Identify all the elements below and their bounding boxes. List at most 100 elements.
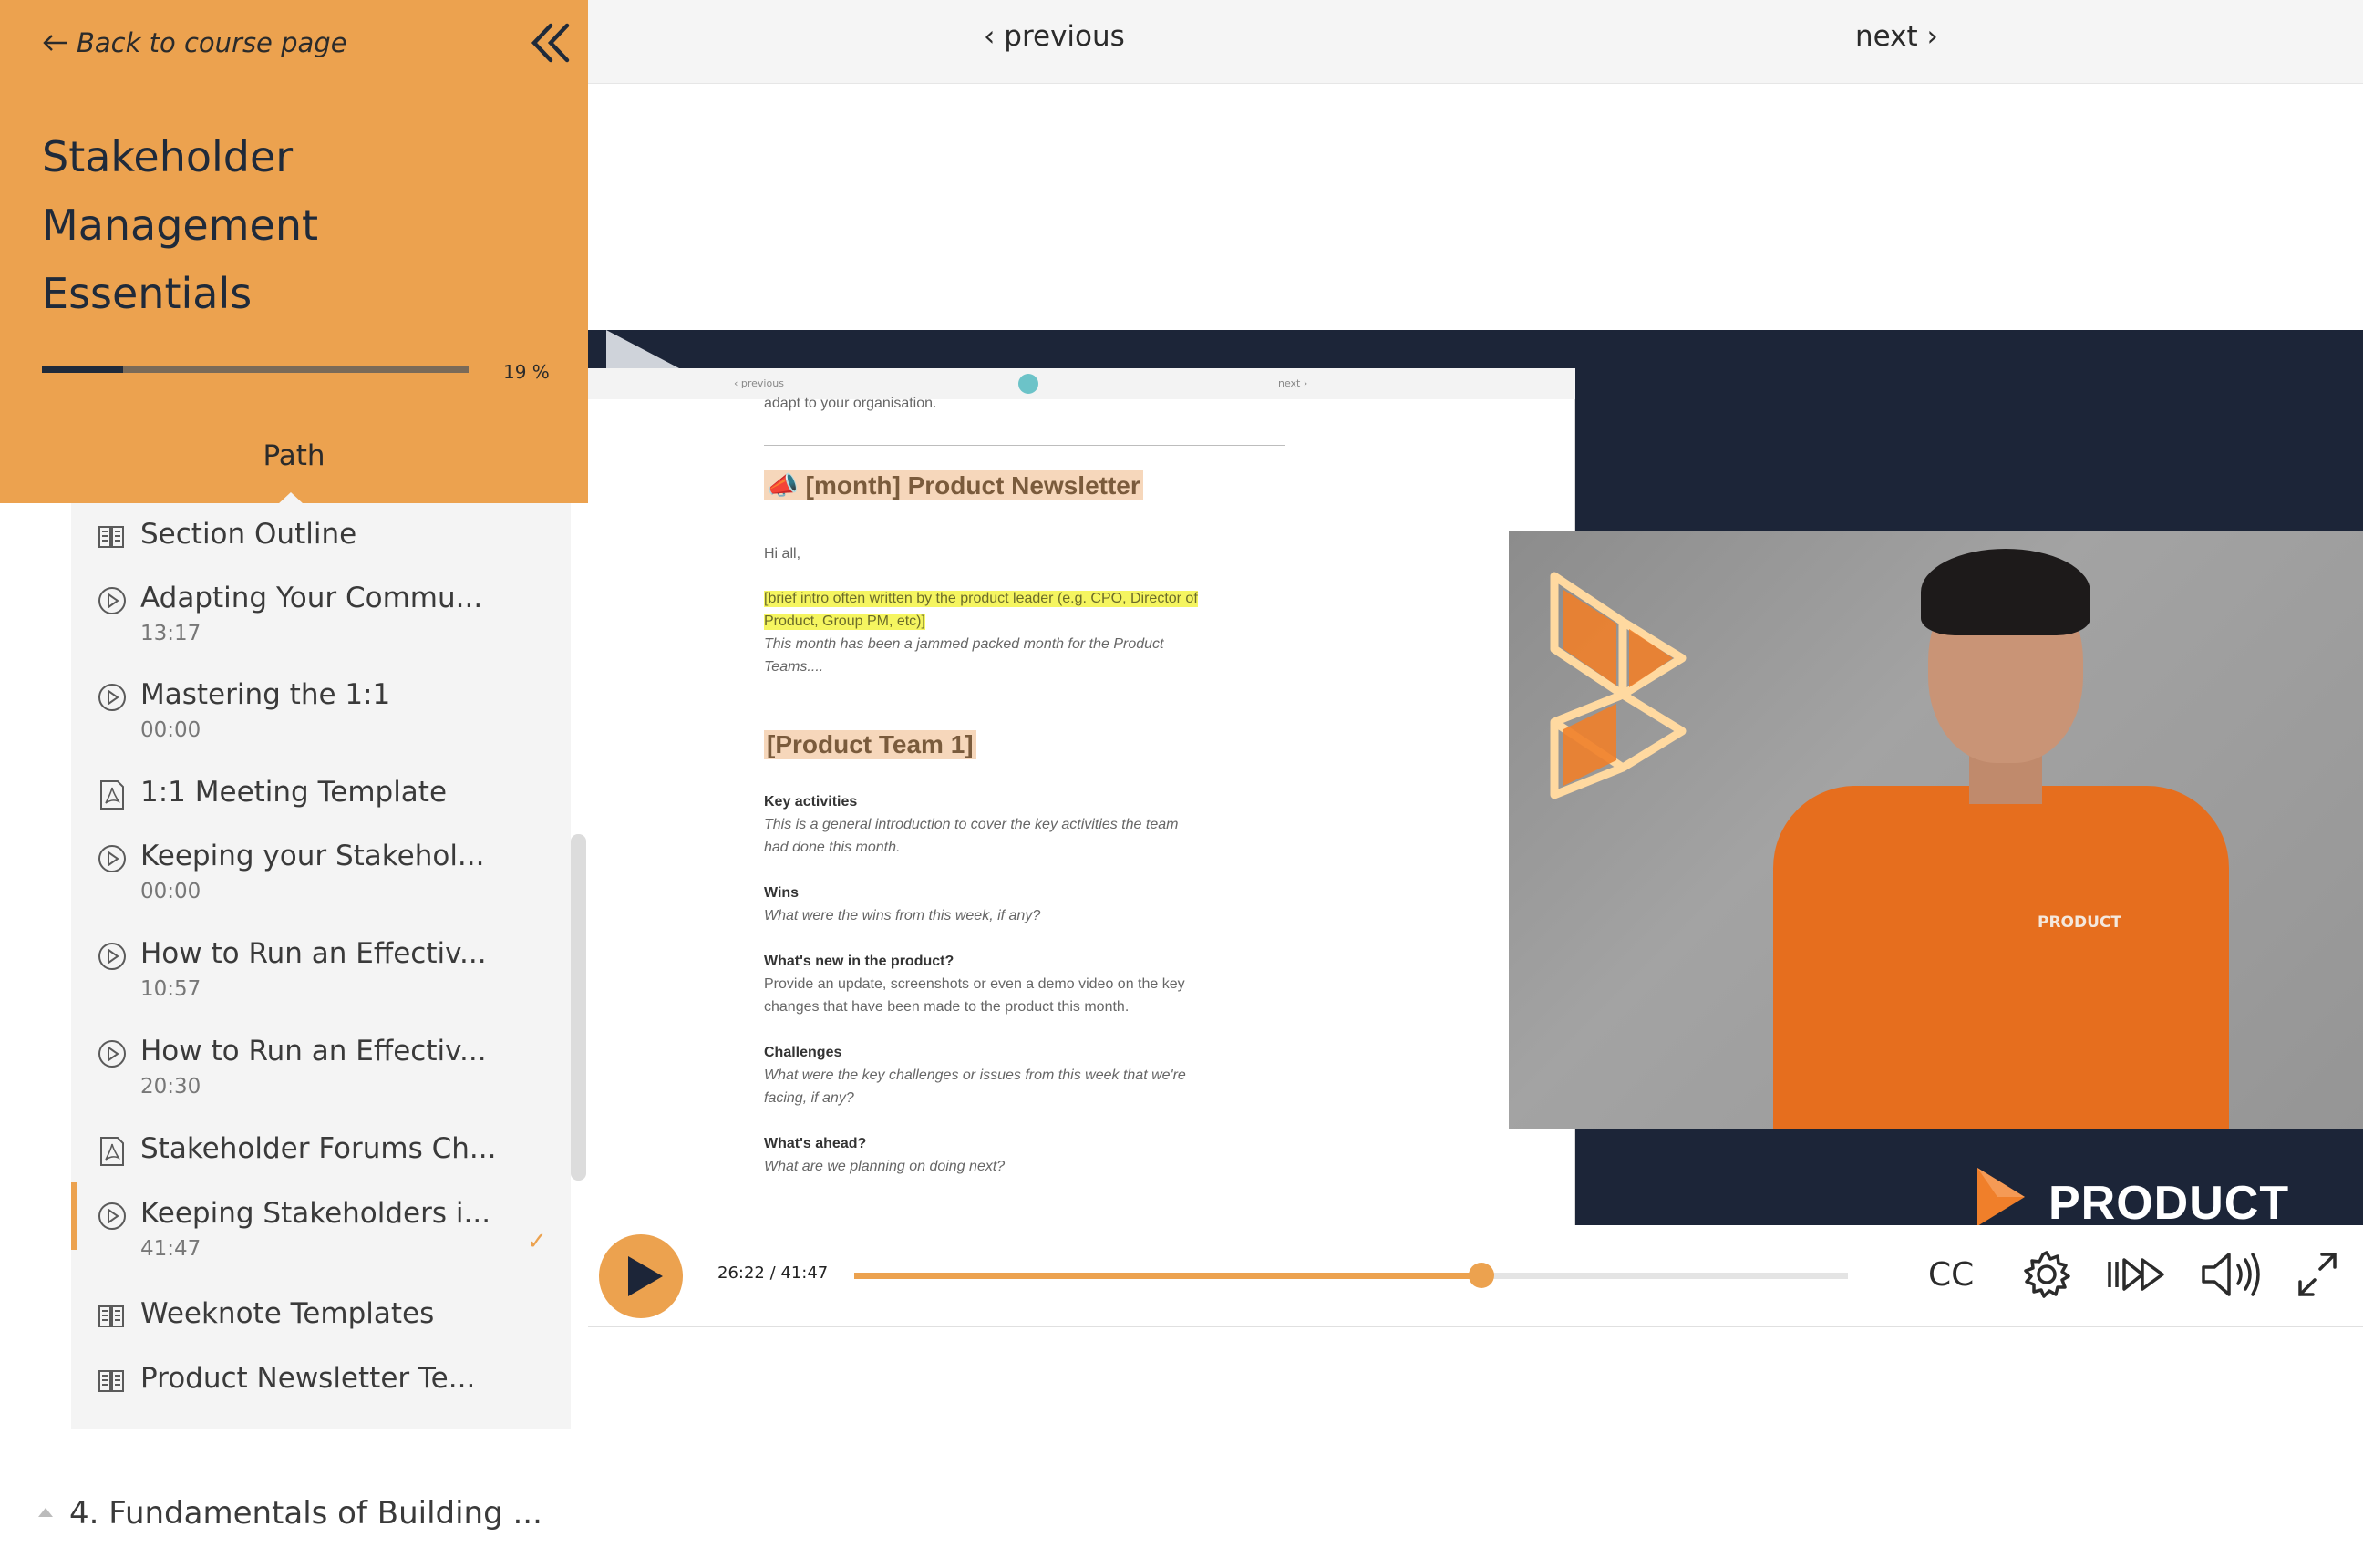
tab-path[interactable]: Path <box>0 439 588 472</box>
previous-label: previous <box>1004 20 1125 53</box>
gear-icon[interactable] <box>2021 1249 2072 1300</box>
lesson-title: Keeping your Stakehol... <box>140 840 485 872</box>
lesson-list-scrollbar[interactable] <box>571 834 586 1181</box>
video-controls: 26:22 / 41:47 CC <box>588 1225 2363 1327</box>
play-circle-icon <box>98 684 126 711</box>
course-title-line: Stakeholder <box>42 132 294 181</box>
play-triangle-watermark-icon <box>606 330 679 368</box>
lesson-item[interactable]: How to Run an Effectiv... 20:30 <box>71 1020 571 1111</box>
screen-recording-document: ‹ previous next › adapt to your organisa… <box>588 368 1575 1225</box>
document-previous-label: ‹ previous <box>734 377 784 389</box>
lesson-list: Section Outline Adapting Your Commu... 13:… <box>71 503 571 1429</box>
lesson-duration: 20:30 <box>140 1075 201 1099</box>
presenter-hair <box>1921 549 2090 635</box>
document-heading: 📣 [month] Product Newsletter <box>764 470 1143 500</box>
document-label: What's ahead? <box>764 1136 867 1151</box>
lesson-title: 1:1 Meeting Template <box>140 776 448 809</box>
back-to-course-link[interactable]: Back to course page <box>42 27 347 58</box>
video-progress-handle[interactable] <box>1468 1263 1494 1288</box>
divider <box>764 445 1285 446</box>
fullscreen-icon[interactable] <box>2295 1249 2340 1300</box>
lesson-item[interactable]: Stakeholder Forums Ch... <box>71 1118 571 1178</box>
course-title: Stakeholder Management Essentials <box>42 123 516 328</box>
lesson-item[interactable]: Product Newsletter Te... <box>71 1347 571 1408</box>
lesson-item[interactable]: Keeping your Stakehol... 00:00 <box>71 825 571 916</box>
play-icon <box>628 1256 663 1296</box>
presenter-webcam: PRODUCT <box>1509 531 2363 1129</box>
lesson-title: Product Newsletter Te... <box>140 1362 476 1395</box>
book-icon <box>98 1305 124 1327</box>
video-player[interactable]: ‹ previous next › adapt to your organisa… <box>588 330 2363 1225</box>
document-text: Hi all, <box>764 546 801 562</box>
time-display: 26:22 / 41:47 <box>717 1264 829 1283</box>
document-text: This month has been a jammed packed mont… <box>764 636 1164 652</box>
document-text: This is a general introduction to cover … <box>764 817 1179 832</box>
lesson-title: Weeknote Templates <box>140 1297 435 1330</box>
lesson-item[interactable]: Weeknote Templates <box>71 1283 571 1343</box>
course-progress-label: 19 % <box>503 361 550 383</box>
lesson-title: Keeping Stakeholders i... <box>140 1197 491 1230</box>
lesson-title: Section Outline <box>140 518 357 551</box>
presenter-shirt <box>1773 786 2229 1129</box>
lesson-title: Stakeholder Forums Ch... <box>140 1132 497 1165</box>
collapse-sidebar-icon[interactable] <box>529 20 574 66</box>
document-text: What were the wins from this week, if an… <box>764 908 1041 923</box>
next-label: next <box>1855 20 1918 53</box>
sidebar-header: Back to course page Stakeholder Manageme… <box>0 0 588 504</box>
lesson-duration: 41:47 <box>140 1237 201 1261</box>
lesson-title: How to Run an Effectiv... <box>140 1035 487 1068</box>
document-text: facing, if any? <box>764 1090 854 1106</box>
shirt-logo-text: PRODUCT <box>2038 913 2121 932</box>
document-text: changes that have been made to the produ… <box>764 999 1130 1015</box>
play-button[interactable] <box>599 1234 683 1318</box>
chevron-right-icon: › <box>1917 20 1938 53</box>
document-label: What's new in the product? <box>764 954 954 969</box>
lesson-item[interactable]: How to Run an Effectiv... 10:57 <box>71 923 571 1014</box>
play-circle-icon <box>98 1040 126 1068</box>
brand-logo-icon <box>1977 1168 2025 1225</box>
lesson-duration: 13:17 <box>140 622 201 645</box>
captions-button[interactable]: CC <box>1928 1256 1974 1294</box>
pdf-icon <box>100 780 124 810</box>
document-next-label: next › <box>1278 377 1308 389</box>
lesson-item[interactable]: Keeping Stakeholders i... 41:47 ✓ <box>71 1182 571 1274</box>
play-circle-icon <box>98 845 126 872</box>
playback-speed-icon[interactable] <box>2106 1249 2166 1300</box>
document-label: Challenges <box>764 1045 842 1060</box>
lesson-duration: 00:00 <box>140 718 201 742</box>
document-highlight: [brief intro often written by the produc… <box>764 591 1198 607</box>
volume-icon[interactable] <box>2200 1249 2262 1300</box>
course-title-line: Management <box>42 201 319 250</box>
play-circle-icon <box>98 587 126 614</box>
lesson-item[interactable]: Adapting Your Commu... 13:17 <box>71 567 571 658</box>
lesson-item[interactable]: Mastering the 1:1 00:00 <box>71 664 571 755</box>
document-text: What are we planning on doing next? <box>764 1159 1006 1174</box>
book-icon <box>98 526 124 548</box>
lesson-nav-bar: ‹ previous next › <box>588 0 2363 84</box>
book-icon <box>98 1370 124 1392</box>
lesson-title: Mastering the 1:1 <box>140 678 391 711</box>
back-link-label: Back to course page <box>77 27 347 58</box>
course-progress-bar <box>42 366 469 373</box>
lesson-title: How to Run an Effectiv... <box>140 937 487 970</box>
sidebar: Back to course page Stakeholder Manageme… <box>0 0 588 1568</box>
lesson-duration: 10:57 <box>140 977 201 1001</box>
document-text: Teams.... <box>764 659 824 675</box>
document-highlight: Product, Group PM, etc)] <box>764 614 925 630</box>
lesson-item[interactable]: 1:1 Meeting Template <box>71 761 571 821</box>
document-text: What were the key challenges or issues f… <box>764 1068 1186 1083</box>
video-progress-bar[interactable] <box>854 1263 1848 1288</box>
play-circle-icon <box>98 943 126 970</box>
next-button[interactable]: next › <box>1855 20 1938 53</box>
brand-logo-text: PRODUCT <box>2048 1177 2290 1225</box>
previous-button[interactable]: ‹ previous <box>984 20 1125 53</box>
completed-check-icon: ✓ <box>527 1228 547 1255</box>
arrow-left-icon <box>43 35 67 51</box>
lesson-item[interactable]: Section Outline <box>71 503 571 563</box>
lesson-title: Adapting Your Commu... <box>140 582 483 614</box>
lesson-duration: 00:00 <box>140 880 201 903</box>
play-circle-icon <box>98 1202 126 1230</box>
neon-logo-icon <box>1550 572 1687 799</box>
section-title: 4. Fundamentals of Building ... <box>69 1495 542 1532</box>
edit-pencil-icon <box>1018 374 1038 394</box>
